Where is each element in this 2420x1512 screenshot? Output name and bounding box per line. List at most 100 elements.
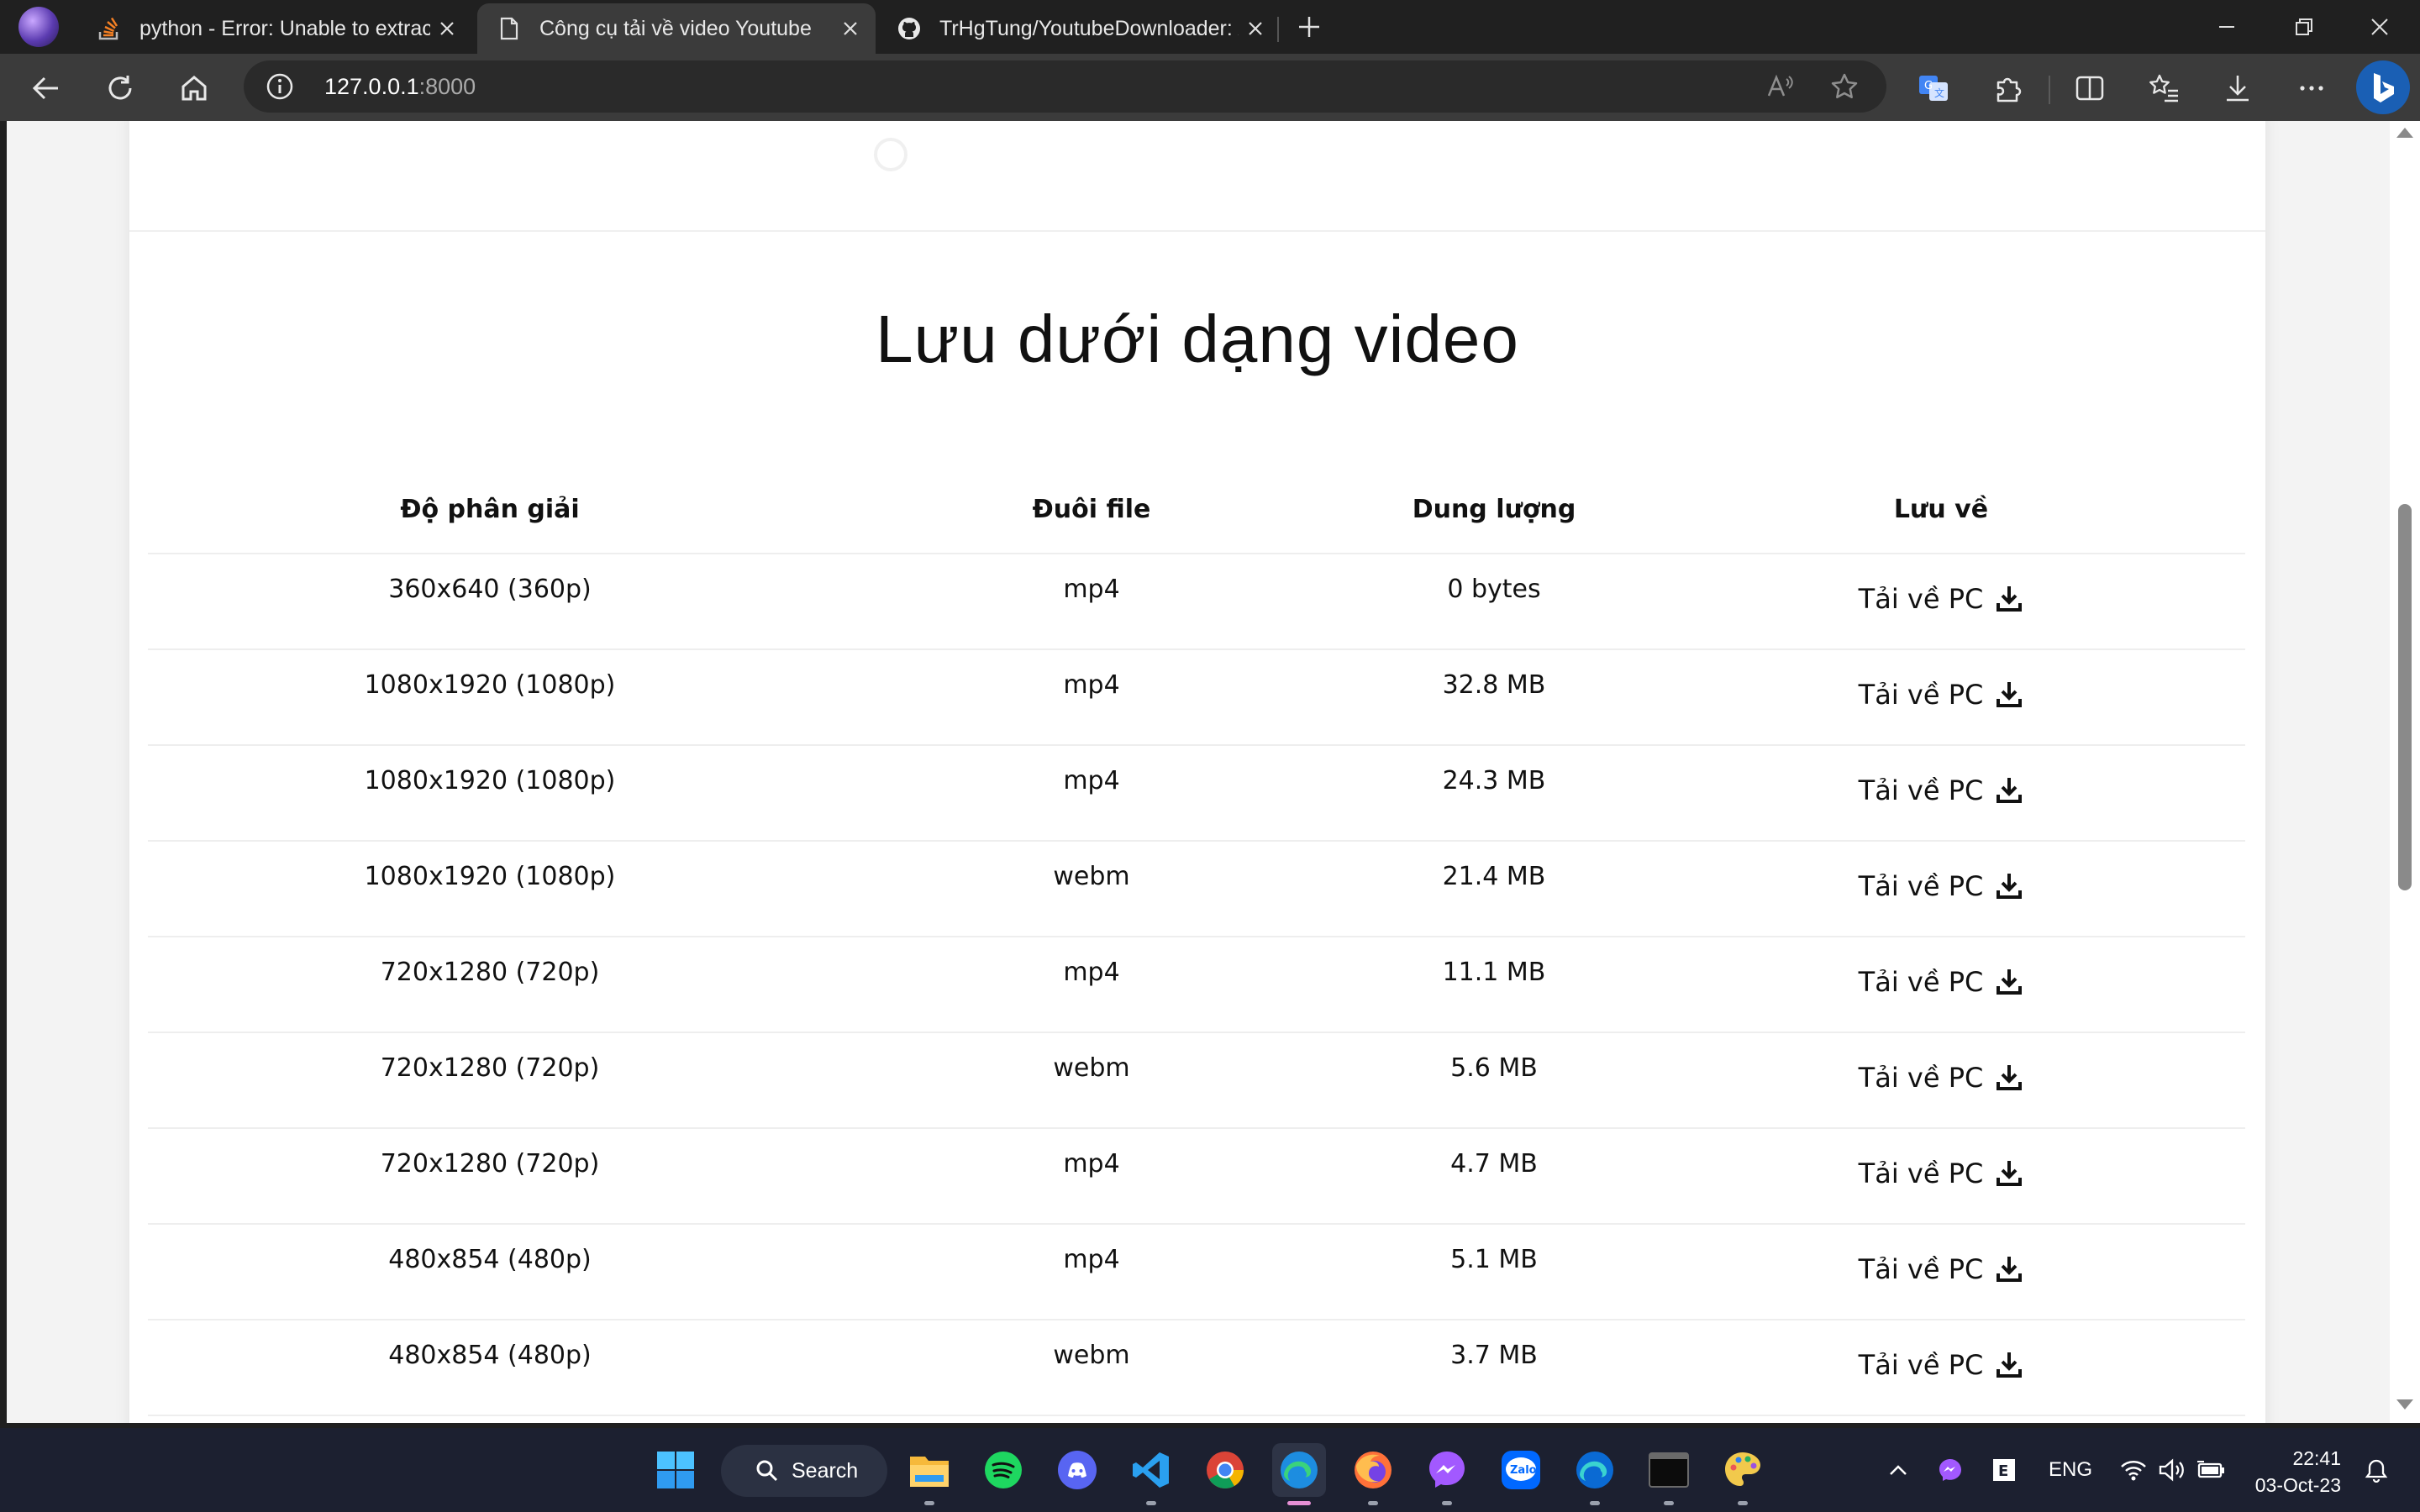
favorites-button[interactable]: [2141, 66, 2186, 111]
download-to-pc-button[interactable]: Tải về PC: [1859, 679, 2024, 711]
download-to-pc-button[interactable]: Tải về PC: [1859, 870, 2024, 902]
messenger-tray-icon[interactable]: [1936, 1453, 1965, 1487]
home-button[interactable]: [171, 66, 217, 111]
cell-resolution: 480x854 (480p): [148, 1224, 832, 1320]
svg-text:G: G: [1924, 80, 1933, 92]
paint-icon[interactable]: [1716, 1443, 1770, 1505]
volume-icon[interactable]: [2156, 1453, 2188, 1487]
cell-extension: webm: [832, 1032, 1351, 1129]
download-to-pc-button[interactable]: Tải về PC: [1859, 1253, 2024, 1285]
restore-button[interactable]: [2277, 8, 2331, 45]
download-icon: [1995, 968, 2023, 996]
cell-resolution: 1080x1920 (1080p): [148, 649, 832, 746]
download-to-pc-button[interactable]: Tải về PC: [1859, 966, 2024, 998]
tab-title: Công cụ tải về video Youtube: [539, 16, 812, 40]
scroll-up-arrow[interactable]: [2396, 128, 2413, 138]
chrome-icon[interactable]: [1198, 1443, 1252, 1497]
tab-github[interactable]: TrHgTung/YoutubeDownloader: /: [877, 3, 1281, 54]
start-button[interactable]: [649, 1443, 702, 1497]
url-text[interactable]: 127.0.0.1:8000: [324, 74, 476, 100]
download-to-pc-button[interactable]: Tải về PC: [1859, 1062, 2024, 1094]
input-method-icon[interactable]: E: [1990, 1453, 2018, 1487]
firefox-icon[interactable]: [1346, 1443, 1400, 1505]
content-card: Lưu dưới dạng video Độ phân giải Đuôi fi…: [129, 121, 2265, 1423]
back-button[interactable]: [24, 66, 69, 111]
github-icon: [897, 17, 921, 40]
vertical-scrollbar[interactable]: [2390, 121, 2420, 1423]
extensions-button[interactable]: [1985, 66, 2030, 111]
running-indicator: [924, 1501, 934, 1505]
tab-title: TrHgTung/YoutubeDownloader: /: [939, 16, 1239, 40]
download-label: Tải về PC: [1858, 679, 1984, 711]
download-to-pc-button[interactable]: Tải về PC: [1859, 1349, 2024, 1381]
scroll-down-arrow[interactable]: [2396, 1399, 2413, 1410]
search-label: Search: [792, 1458, 859, 1483]
terminal-icon[interactable]: [1642, 1443, 1696, 1505]
download-to-pc-button[interactable]: Tải về PC: [1859, 583, 2024, 615]
close-icon[interactable]: [430, 12, 464, 45]
section-divider: [129, 230, 2265, 232]
cell-save: Tải về PC: [1637, 1320, 2245, 1416]
header-save: Lưu về: [1637, 465, 2245, 554]
cell-size: 3.7 MB: [1351, 1320, 1637, 1416]
bing-copilot-button[interactable]: [2356, 60, 2410, 114]
vscode-icon[interactable]: [1124, 1443, 1178, 1505]
wifi-icon[interactable]: [2118, 1453, 2149, 1487]
download-to-pc-button[interactable]: Tải về PC: [1859, 774, 2024, 806]
favorite-star-icon[interactable]: [1828, 71, 1860, 102]
cell-resolution: 720x1280 (720p): [148, 1128, 832, 1225]
taskbar-clock[interactable]: 22:41 03-Oct-23: [2240, 1445, 2341, 1499]
translate-extension-button[interactable]: G文: [1911, 66, 1956, 111]
cell-extension: mp4: [832, 745, 1351, 842]
tab-youtube-downloader[interactable]: Công cụ tải về video Youtube: [477, 3, 876, 54]
download-label: Tải về PC: [1858, 1349, 1984, 1381]
cell-save: Tải về PC: [1637, 554, 2245, 650]
profile-avatar[interactable]: [18, 7, 59, 47]
stackoverflow-icon: [97, 17, 121, 40]
table-row: 720x1280 (720p) mp4 4.7 MB Tải về PC: [148, 1128, 2245, 1225]
file-explorer-icon[interactable]: [902, 1443, 956, 1505]
minimize-button[interactable]: [2200, 8, 2254, 45]
read-aloud-icon[interactable]: [1765, 71, 1797, 102]
info-icon[interactable]: [264, 71, 296, 102]
running-indicator: [1738, 1501, 1748, 1505]
refresh-button[interactable]: [97, 66, 143, 111]
cell-save: Tải về PC: [1637, 841, 2245, 937]
cell-extension: webm: [832, 841, 1351, 937]
downloads-button[interactable]: [2215, 66, 2260, 111]
zalo-icon[interactable]: Zalo: [1494, 1443, 1548, 1497]
close-icon[interactable]: [834, 12, 867, 45]
download-icon: [1995, 776, 2023, 805]
close-icon[interactable]: [1239, 12, 1272, 45]
show-hidden-icons-chevron[interactable]: [1886, 1453, 1911, 1487]
cell-resolution: 1080x1920 (1080p): [148, 841, 832, 937]
battery-icon[interactable]: [2195, 1453, 2228, 1487]
cell-size: 5.1 MB: [1351, 1224, 1637, 1320]
edge-dev-icon[interactable]: [1568, 1443, 1622, 1505]
language-indicator[interactable]: ENG: [2037, 1453, 2104, 1487]
download-icon: [1995, 680, 2023, 709]
browser-toolbar: 127.0.0.1:8000 G文: [0, 54, 2420, 121]
new-tab-button[interactable]: [1291, 8, 1328, 45]
cell-extension: webm: [832, 1320, 1351, 1416]
running-indicator: [1146, 1501, 1156, 1505]
scrollbar-thumb[interactable]: [2398, 504, 2412, 890]
spotify-icon[interactable]: [976, 1443, 1030, 1497]
table-row: 480x854 (480p) webm 3.7 MB Tải về PC: [148, 1320, 2245, 1416]
close-window-button[interactable]: [2353, 8, 2407, 45]
edge-icon[interactable]: [1272, 1443, 1326, 1505]
header-resolution: Độ phân giải: [148, 465, 832, 554]
messenger-icon[interactable]: [1420, 1443, 1474, 1505]
taskbar-search[interactable]: Search: [721, 1445, 887, 1497]
address-bar[interactable]: 127.0.0.1:8000: [244, 60, 1886, 113]
tab-stackoverflow[interactable]: python - Error: Unable to extract: [77, 3, 472, 54]
discord-icon[interactable]: [1050, 1443, 1104, 1497]
notifications-icon[interactable]: [2360, 1453, 2393, 1487]
download-to-pc-button[interactable]: Tải về PC: [1859, 1158, 2024, 1189]
cell-extension: mp4: [832, 1224, 1351, 1320]
cell-save: Tải về PC: [1637, 1032, 2245, 1129]
faded-icon: [874, 138, 908, 171]
split-screen-button[interactable]: [2067, 66, 2112, 111]
page-icon: [497, 17, 521, 40]
more-menu-button[interactable]: [2289, 66, 2334, 111]
